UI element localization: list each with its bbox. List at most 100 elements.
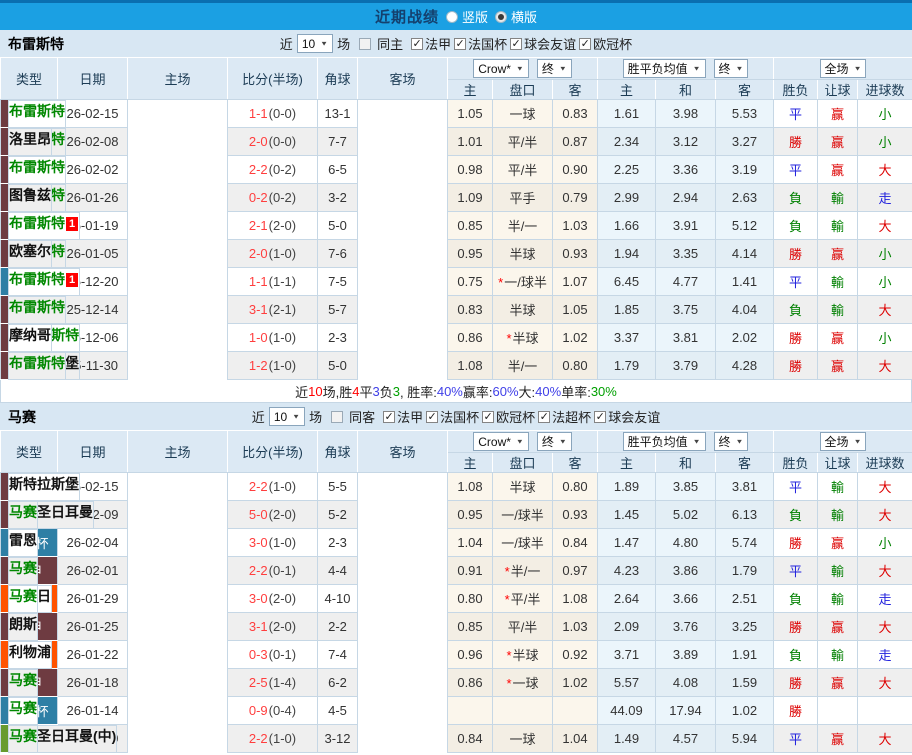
radio-horizontal-layout[interactable]: 横版 (495, 7, 537, 26)
checkbox-checked-icon[interactable]: ✓ (426, 410, 439, 423)
bookmaker-select[interactable]: Crow* ▼ (473, 59, 529, 79)
filter-bar: 布雷斯特 近 10 ▼ 场 同主 ✓ 法甲 ✓ 法国杯 ✓ 球会友谊 ✓ 欧冠杯 (0, 30, 912, 57)
handicap-star: * (506, 648, 512, 663)
col-date: 日期 (57, 57, 128, 100)
full-score: 2-2 (248, 479, 268, 494)
checkbox-checked-icon[interactable]: ✓ (411, 37, 424, 50)
match-count-select[interactable]: 10 ▼ (268, 407, 306, 426)
home-odds-cell: 0.95 (447, 500, 493, 529)
table-row: 法甲26-01-26布雷斯特0-2(0-2)3-2图鲁兹1.09平手0.792.… (0, 183, 912, 212)
checkbox-checked-icon[interactable]: ✓ (454, 37, 467, 50)
odds-controls: Crow* ▼ 终 ▼ (447, 430, 598, 453)
match-count-select[interactable]: 10 ▼ (296, 34, 334, 53)
away-odds-cell: 1.07 (552, 267, 598, 296)
score-cell: 3-0(2-0) (227, 584, 318, 613)
team-name: 斯特拉斯堡 (9, 476, 79, 492)
score-cell: 1-0(1-0) (227, 323, 318, 352)
home-odds-cell: 0.84 (447, 724, 493, 753)
avg-away-cell: 4.28 (714, 351, 775, 380)
col-odds-home: 主 (447, 452, 493, 473)
wdl-average-select[interactable]: 胜平负均值 ▼ (622, 432, 706, 451)
table-row: 法甲25-12-14雷恩3-1(2-1)5-7布雷斯特0.83半球1.051.8… (0, 295, 912, 324)
table-row: 法甲26-02-15里尔1-1(0-0)13-1布雷斯特1.05一球0.831.… (0, 99, 912, 128)
radio-horizontal-label: 横版 (511, 10, 538, 25)
handicap-result-cell (817, 696, 859, 725)
final-odds-select[interactable]: 终 ▼ (713, 59, 749, 78)
half-score: (2-0) (268, 619, 297, 634)
near-label: 近 (279, 37, 293, 52)
score-cell: 2-1(2-0) (227, 211, 318, 240)
radio-vertical-layout[interactable]: 竖版 (445, 7, 488, 26)
checkbox-checked-icon[interactable]: ✓ (482, 410, 495, 423)
home-odds-cell: 0.83 (447, 295, 493, 324)
final-odds-select[interactable]: 终 ▼ (536, 58, 572, 78)
near-label: 近 (251, 410, 265, 425)
goals-result-cell: 小 (857, 323, 912, 352)
summary-segment: 近 (295, 384, 309, 400)
team-name: 布雷斯特 (9, 214, 65, 231)
handicap-result-cell: 輸 (817, 211, 859, 240)
checkbox-label: 法甲 (397, 410, 424, 425)
checkbox-checked-icon[interactable]: ✓ (510, 37, 523, 50)
checkbox-checked-icon[interactable]: ✓ (383, 410, 396, 423)
handicap-result-cell: 赢 (817, 127, 859, 156)
team-name: 摩纳哥 (9, 326, 51, 343)
radio-selected-icon[interactable] (495, 10, 507, 23)
full-score: 2-2 (248, 563, 268, 578)
full-score: 3-1 (248, 302, 268, 317)
col-home: 主场 (127, 430, 228, 473)
checkbox-unchecked-icon[interactable] (331, 410, 344, 423)
full-score: 2-0 (248, 246, 268, 261)
handicap-text: 半/一 (510, 564, 541, 579)
score-cell: 2-5(1-4) (227, 668, 318, 697)
score-cell: 1-2(1-0) (227, 351, 318, 380)
col-date: 日期 (57, 430, 128, 473)
col-handicap-result: 让球 (817, 79, 859, 100)
avg-draw-cell: 3.75 (655, 295, 716, 324)
full-match-select[interactable]: 全场 ▼ (819, 59, 867, 78)
bookmaker-select[interactable]: Crow* ▼ (473, 432, 529, 452)
final-odds-select[interactable]: 终 ▼ (713, 432, 749, 451)
corner-cell: 13-1 (317, 99, 358, 128)
full-score: 3-0 (248, 535, 268, 550)
checkbox-checked-icon[interactable]: ✓ (538, 410, 551, 423)
handicap-result-cell: 輸 (817, 183, 859, 212)
final-odds-select[interactable]: 终 ▼ (536, 431, 572, 451)
checkbox-checked-icon[interactable]: ✓ (579, 37, 592, 50)
handicap-cell: 一/球半 (492, 500, 553, 529)
table-row: 法国杯26-01-14贝叶0-9(0-4)4-5马赛44.0917.941.02… (0, 696, 912, 725)
home-odds-cell: 0.91 (447, 556, 493, 585)
away-team-cell: 马赛 (8, 668, 38, 697)
checkbox-label: 法甲 (425, 37, 452, 52)
wdl-result-cell: 勝 (773, 612, 819, 641)
team-name: 图鲁兹 (9, 186, 51, 203)
checkbox-label: 法国杯 (468, 37, 508, 52)
home-odds-cell: 1.09 (447, 183, 493, 212)
handicap-text: 半球 (512, 331, 539, 346)
table-row: 法国杯26-02-04马赛3-0(1-0)2-3雷恩1.04一/球半0.841.… (0, 528, 912, 557)
away-team-cell: 摩纳哥 (8, 323, 52, 352)
home-odds-cell: 0.75 (447, 267, 493, 296)
handicap-result-cell: 輸 (817, 584, 859, 613)
half-score: (2-0) (268, 218, 297, 233)
score-cell: 5-0(2-0) (227, 500, 318, 529)
match-date: 26-02-15 (57, 99, 128, 128)
handicap-text: 半球 (509, 480, 536, 495)
checkbox-checked-icon[interactable]: ✓ (594, 410, 607, 423)
score-cell: 0-9(0-4) (227, 696, 318, 725)
avg-draw-cell: 3.98 (655, 99, 716, 128)
avg-home-cell: 1.45 (597, 500, 656, 529)
full-score: 2-2 (248, 731, 268, 746)
avg-draw-cell: 4.57 (655, 724, 716, 753)
handicap-text: 一/球半 (501, 508, 544, 523)
full-score: 0-2 (248, 190, 268, 205)
wdl-average-select[interactable]: 胜平负均值 ▼ (622, 59, 706, 78)
handicap-result-cell: 輸 (817, 500, 859, 529)
half-score: (0-0) (268, 134, 297, 149)
checkbox-unchecked-icon[interactable] (359, 37, 372, 50)
team-name: 布雷斯特 (9, 270, 65, 287)
avg-home-cell: 1.47 (597, 528, 656, 557)
table-row: 法甲26-01-05布雷斯特2-0(1-0)7-6欧塞尔0.95半球0.931.… (0, 239, 912, 268)
full-match-select[interactable]: 全场 ▼ (819, 432, 867, 451)
radio-unselected-icon[interactable] (445, 10, 458, 23)
